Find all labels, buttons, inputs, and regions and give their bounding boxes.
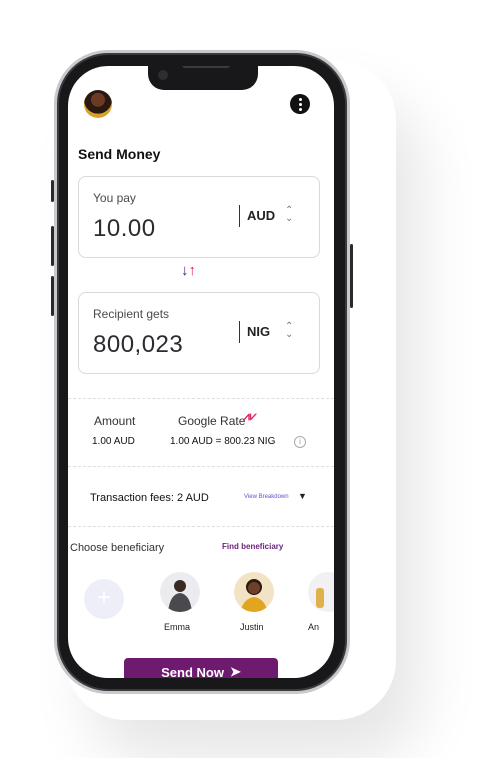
recipient-gets-amount[interactable]: 800,023	[93, 331, 183, 359]
send-icon: ➤	[229, 664, 241, 678]
divider	[68, 526, 334, 527]
choose-beneficiary-label: Choose beneficiary	[70, 542, 165, 554]
transaction-fees: Transaction fees: 2 AUD	[90, 492, 209, 504]
add-beneficiary-button[interactable]: +	[84, 579, 124, 619]
you-pay-currency[interactable]: AUD	[247, 208, 275, 223]
beneficiary-name-emma: Emma	[164, 622, 191, 632]
speaker	[182, 66, 230, 68]
recipient-gets-label: Recipient gets	[93, 307, 170, 321]
profile-avatar[interactable]	[84, 90, 112, 118]
beneficiary-name-an: An	[308, 622, 320, 632]
google-rate-label: Google Rate	[178, 414, 246, 428]
more-options-icon[interactable]	[290, 94, 310, 114]
recipient-gets-card[interactable]: Recipient gets 800,023 NIG ⌃ ⌄	[78, 292, 320, 374]
app-screen: Send Money You pay 10.00 AUD ⌃ ⌄ ↓↑ Recip…	[68, 66, 334, 678]
find-beneficiary-link[interactable]: Find beneficiary	[222, 542, 283, 551]
amount-value: 1.00 AUD	[92, 436, 135, 447]
swap-currency-icon[interactable]: ↓↑	[181, 262, 196, 279]
currency-separator	[239, 205, 240, 227]
beneficiary-avatar-justin[interactable]	[234, 572, 274, 612]
volume-up-button	[51, 226, 54, 266]
volume-down-button	[51, 276, 54, 316]
notch	[148, 66, 258, 90]
camera	[158, 70, 168, 80]
power-button	[350, 244, 353, 308]
recipient-currency[interactable]: NIG	[247, 324, 270, 339]
send-now-label: Send Now	[161, 664, 224, 679]
beneficiary-avatar-emma[interactable]	[160, 572, 200, 612]
caret-down-icon[interactable]: ▼	[298, 491, 307, 501]
currency-separator	[239, 321, 240, 343]
currency-select-icon[interactable]: ⌃ ⌄	[285, 206, 293, 224]
currency-select-icon[interactable]: ⌃ ⌄	[285, 322, 293, 340]
mute-switch	[51, 180, 54, 202]
divider	[68, 466, 334, 467]
send-now-button[interactable]: Send Now ➤	[124, 658, 278, 678]
you-pay-amount[interactable]: 10.00	[93, 215, 156, 243]
info-icon[interactable]: i	[294, 436, 306, 448]
view-breakdown-link[interactable]: View Breakdown	[244, 494, 289, 500]
beneficiary-name-justin: Justin	[240, 622, 264, 632]
trend-icon: ⩘⩗	[243, 409, 257, 423]
page-title: Send Money	[78, 146, 161, 162]
beneficiary-avatar-an[interactable]	[308, 572, 334, 612]
google-rate-value: 1.00 AUD = 800.23 NIG	[170, 436, 276, 447]
divider	[68, 398, 334, 399]
you-pay-card[interactable]: You pay 10.00 AUD ⌃ ⌄	[78, 176, 320, 258]
you-pay-label: You pay	[93, 191, 136, 205]
amount-label: Amount	[94, 414, 136, 428]
